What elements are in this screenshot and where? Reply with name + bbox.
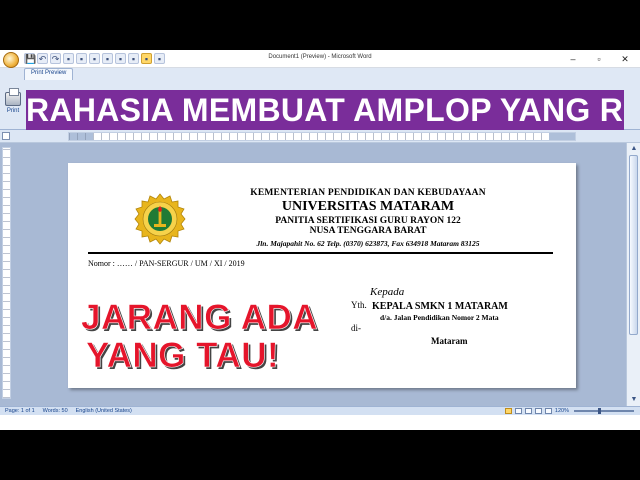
recipient-yth: Yth. (351, 300, 367, 310)
tab-print-preview[interactable]: Print Preview (24, 68, 74, 80)
status-page[interactable]: Page: 1 of 1 (5, 408, 35, 414)
recipient-name: KEPALA SMKN 1 MATARAM (372, 301, 508, 312)
print-button[interactable]: Print (2, 88, 24, 126)
full-screen-view-icon[interactable] (514, 408, 522, 414)
scrollbar-thumb[interactable] (629, 155, 638, 335)
vertical-scrollbar[interactable]: ▲ ▼ (626, 143, 640, 406)
web-layout-view-icon[interactable] (524, 408, 532, 414)
close-button[interactable]: ✕ (612, 52, 638, 66)
print-layout-view-icon[interactable] (504, 408, 512, 414)
horizontal-ruler-row (0, 130, 640, 143)
vertical-ruler[interactable] (2, 147, 11, 399)
draft-view-icon[interactable] (544, 408, 552, 414)
title-banner: RAHASIA MEMBUAT AMPLOP YANG RAPI (26, 90, 624, 130)
overlay-caption-line1: JARANG ADA (81, 298, 319, 337)
recipient-di: di- (351, 323, 361, 333)
letterhead-divider (88, 252, 553, 254)
scroll-down-icon[interactable]: ▼ (629, 395, 639, 405)
word-print-preview-window: 💾 ↶ ↷ ▪ ▪ ▪ ▪ ▪ ▪ ▪ ▪ Document1 (Preview… (0, 0, 640, 480)
restore-button[interactable]: ▫ (586, 52, 612, 66)
letterbox-bottom (0, 430, 640, 480)
letterhead-ministry: KEMENTERIAN PENDIDIKAN DAN KEBUDAYAAN (250, 188, 486, 198)
recipient-address: d/a. Jalan Pendidikan Nomor 2 Mata (380, 313, 499, 322)
minimize-button[interactable]: – (560, 52, 586, 66)
letterhead-region: NUSA TENGGARA BARAT (309, 226, 427, 236)
ribbon-tab-strip: Print Preview (0, 68, 640, 80)
overlay-caption-line2: YANG TAU! (86, 336, 280, 375)
letterhead-committee: PANITIA SERTIFIKASI GURU RAYON 122 (275, 216, 461, 226)
letter-number: Nomor : …… / PAN-SERGUR / UM / XI / 2019 (88, 259, 245, 268)
recipient-kepada: Kepada (370, 286, 405, 298)
ruler-right-margin (549, 133, 575, 140)
envelope-page[interactable]: KEMENTERIAN PENDIDIKAN DAN KEBUDAYAAN UN… (68, 163, 576, 388)
status-right: 120% (504, 408, 636, 414)
letterhead: KEMENTERIAN PENDIDIKAN DAN KEBUDAYAAN UN… (198, 188, 538, 248)
horizontal-ruler[interactable] (68, 132, 576, 141)
university-seal-icon (134, 193, 186, 245)
letterhead-address: Jln. Majapahit No. 62 Telp. (0370) 62387… (256, 239, 480, 248)
window-controls: – ▫ ✕ (560, 52, 638, 66)
window-title: Document1 (Preview) - Microsoft Word (268, 54, 372, 60)
letterbox-top (0, 0, 640, 50)
printer-icon (5, 88, 21, 106)
print-button-label: Print (6, 108, 20, 114)
title-bar: 💾 ↶ ↷ ▪ ▪ ▪ ▪ ▪ ▪ ▪ ▪ Document1 (Preview… (0, 50, 640, 68)
letterhead-university: UNIVERSITAS MATARAM (281, 199, 455, 214)
status-bar: Page: 1 of 1 Words: 50 English (United S… (0, 406, 640, 415)
outline-view-icon[interactable] (534, 408, 542, 414)
zoom-level[interactable]: 120% (555, 408, 569, 414)
status-words[interactable]: Words: 50 (43, 408, 68, 414)
zoom-slider[interactable] (574, 408, 634, 414)
window-bottom-edge (0, 415, 640, 430)
tab-selector-icon[interactable] (2, 132, 10, 140)
recipient-city: Mataram (431, 336, 468, 346)
scroll-up-icon[interactable]: ▲ (629, 144, 639, 154)
ribbon: Print Preview Print RAHASIA MEMBUAT AMPL… (0, 68, 640, 130)
status-language[interactable]: English (United States) (76, 408, 132, 414)
status-left: Page: 1 of 1 Words: 50 English (United S… (5, 408, 132, 414)
ruler-ticks (69, 133, 575, 140)
